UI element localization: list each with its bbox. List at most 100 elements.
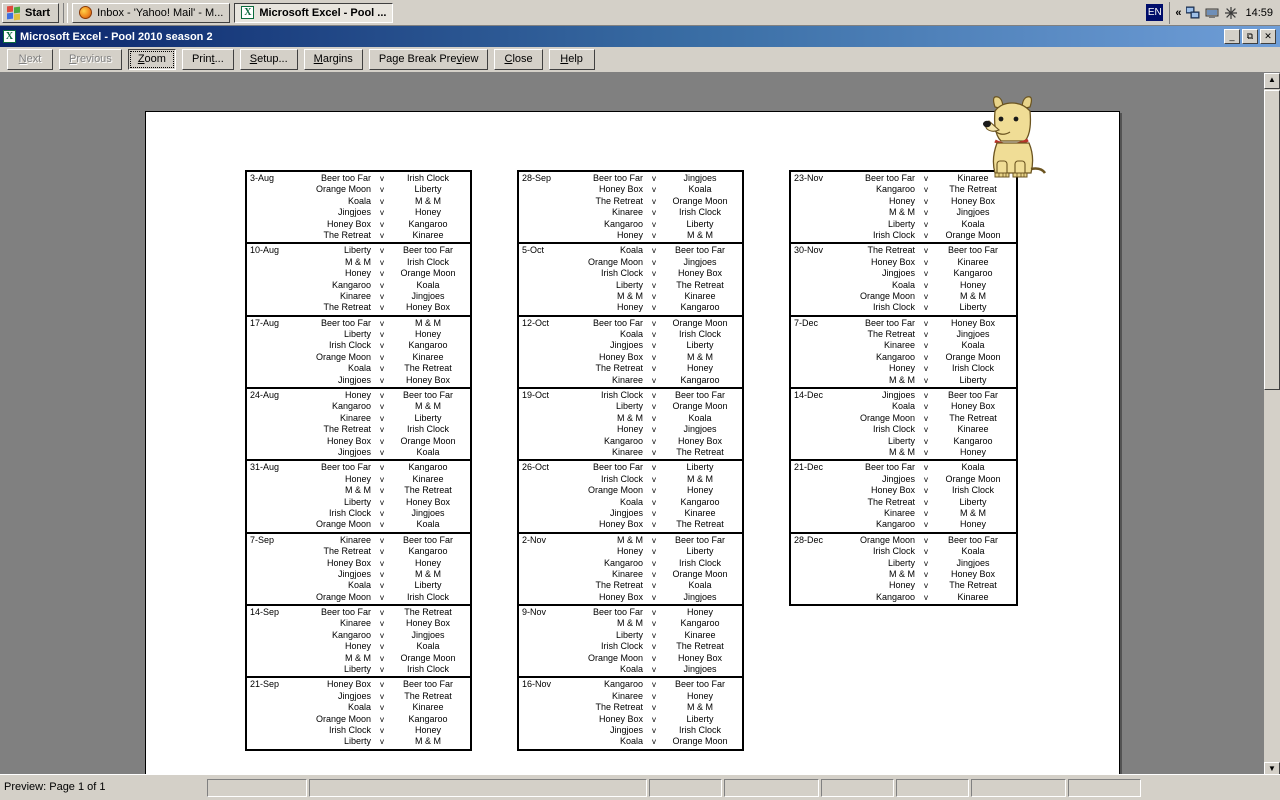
vertical-scroll-thumb[interactable]	[1264, 90, 1280, 390]
home-team: Kangaroo	[331, 401, 371, 412]
away-team: Orange Moon	[400, 435, 456, 446]
fixture-row: Koala v Orange Moon	[519, 736, 742, 747]
versus-label: v	[652, 486, 656, 496]
minimize-button[interactable]: _	[1224, 29, 1240, 44]
away-team: Koala	[416, 641, 440, 652]
print-button[interactable]: Print...	[181, 49, 234, 70]
vertical-scrollbar[interactable]: ▲ ▼	[1264, 73, 1280, 778]
home-team: Honey	[616, 546, 643, 557]
versus-label: v	[380, 185, 384, 195]
fixture-row: Honey v M & M	[519, 230, 742, 241]
versus-label: v	[924, 402, 928, 412]
close-button[interactable]: ✕	[1260, 29, 1276, 44]
home-team: Kinaree	[611, 690, 643, 701]
home-team: Kinaree	[339, 290, 371, 301]
zoom-button[interactable]: Zoom	[127, 49, 176, 70]
tray-expand-icon[interactable]: «	[1175, 7, 1181, 19]
margins-button[interactable]: Margins	[303, 49, 363, 70]
home-team: M & M	[889, 568, 915, 579]
versus-label: v	[924, 391, 928, 401]
taskbar-item-label: Microsoft Excel - Pool ...	[259, 6, 387, 19]
away-team: Honey	[414, 207, 441, 218]
restore-button[interactable]: ⧉	[1242, 29, 1258, 44]
home-team: Liberty	[615, 279, 643, 290]
home-team: M & M	[889, 207, 915, 218]
excel-icon: X	[3, 30, 16, 43]
home-team: The Retreat	[323, 424, 371, 435]
away-team: Honey	[414, 329, 441, 340]
help-button[interactable]: Help	[548, 49, 595, 70]
close-preview-button[interactable]: Close	[494, 49, 543, 70]
page-break-preview-button[interactable]: Page Break Preview	[368, 49, 489, 70]
away-team: Orange Moon	[945, 351, 1001, 362]
versus-label: v	[380, 318, 384, 328]
week-block: 14-Sep Beer too Far v The Retreat Kinaree v…	[247, 606, 470, 679]
versus-label: v	[652, 737, 656, 747]
star-burst-icon[interactable]	[1224, 6, 1238, 20]
fixture-row: Kinaree v M & M	[791, 508, 1016, 519]
fixture-row: Koala v Liberty	[247, 580, 470, 591]
fixture-row: Kangaroo v Beer too Far	[519, 679, 742, 690]
status-panel-7	[971, 778, 1066, 797]
week-date: 10-Aug	[250, 245, 280, 256]
versus-label: v	[924, 280, 928, 290]
window-titlebar[interactable]: X Microsoft Excel - Pool 2010 season 2 _…	[0, 26, 1280, 47]
away-team: Koala	[416, 519, 440, 530]
versus-label: v	[652, 330, 656, 340]
setup-button[interactable]: Setup...	[239, 49, 298, 70]
taskbar-item-excel[interactable]: X Microsoft Excel - Pool ...	[234, 2, 394, 23]
away-team: Liberty	[686, 340, 714, 351]
away-team: Kangaroo	[680, 618, 720, 629]
week-block: 17-Aug Beer too Far v M & M Liberty v Honey …	[247, 317, 470, 390]
home-team: Honey	[616, 424, 643, 435]
office-assistant-dog[interactable]	[975, 93, 1050, 183]
start-button[interactable]: Start	[2, 2, 60, 23]
home-team: Liberty	[887, 557, 915, 568]
fixture-row: M & M v Honey	[791, 447, 1016, 458]
fixture-row: Irish Clock v Liberty	[791, 302, 1016, 313]
taskbar-item-firefox[interactable]: Inbox - 'Yahoo! Mail' - M...	[72, 2, 231, 23]
status-bar: Preview: Page 1 of 1	[0, 774, 1280, 800]
network-icon[interactable]	[1186, 6, 1200, 20]
fixture-row: Orange Moon v M & M	[791, 291, 1016, 302]
week-block: 14-Dec Jingjoes v Beer too Far Koala v Honey…	[791, 389, 1016, 462]
week-date: 23-Nov	[794, 173, 824, 183]
week-block: 2-Nov M & Mv Beer too Far Honey v Liberty K…	[519, 534, 742, 607]
home-team: Jingjoes	[337, 446, 371, 457]
away-team: Honey Box	[677, 268, 723, 279]
versus-label: v	[380, 246, 384, 256]
previous-button[interactable]: Previous	[59, 49, 122, 70]
fixture-row: The Retreat v Liberty	[791, 497, 1016, 508]
away-team: Liberty	[959, 374, 987, 385]
away-team: M & M	[687, 351, 713, 362]
week-block: 21-Sep Honey Box v Beer too Far Jingjoes v T…	[247, 678, 470, 748]
away-team: Jingjoes	[956, 207, 990, 218]
fixture-row: Liberty v Jingjoes	[791, 558, 1016, 569]
away-team: Beer too Far	[402, 245, 454, 256]
versus-label: v	[924, 219, 928, 229]
versus-label: v	[652, 725, 656, 735]
versus-label: v	[652, 547, 656, 557]
away-team: Orange Moon	[672, 401, 728, 412]
monitor-icon[interactable]	[1205, 6, 1219, 20]
away-team: Honey Box	[405, 374, 451, 385]
next-button[interactable]: Next	[7, 49, 53, 70]
language-indicator[interactable]: EN	[1146, 4, 1164, 21]
versus-label: v	[652, 535, 656, 545]
scroll-up-button[interactable]: ▲	[1264, 73, 1280, 89]
away-team: Koala	[961, 340, 985, 351]
away-team: M & M	[687, 229, 713, 240]
versus-label: v	[652, 257, 656, 267]
fixture-row: Orange Moon v Irish Clock	[247, 592, 470, 603]
away-team: Kangaroo	[680, 374, 720, 385]
fixture-row: Beer too Far v Kangaroo	[247, 462, 470, 473]
versus-label: v	[924, 208, 928, 218]
versus-label: v	[652, 642, 656, 652]
fixture-row: Honey Box v Beer too Far	[247, 679, 470, 690]
versus-label: v	[380, 714, 384, 724]
versus-label: v	[652, 208, 656, 218]
taskbar-clock[interactable]: 14:59	[1245, 7, 1273, 19]
away-team: Kangaroo	[408, 462, 448, 473]
home-team: M & M	[345, 652, 371, 663]
versus-label: v	[380, 291, 384, 301]
